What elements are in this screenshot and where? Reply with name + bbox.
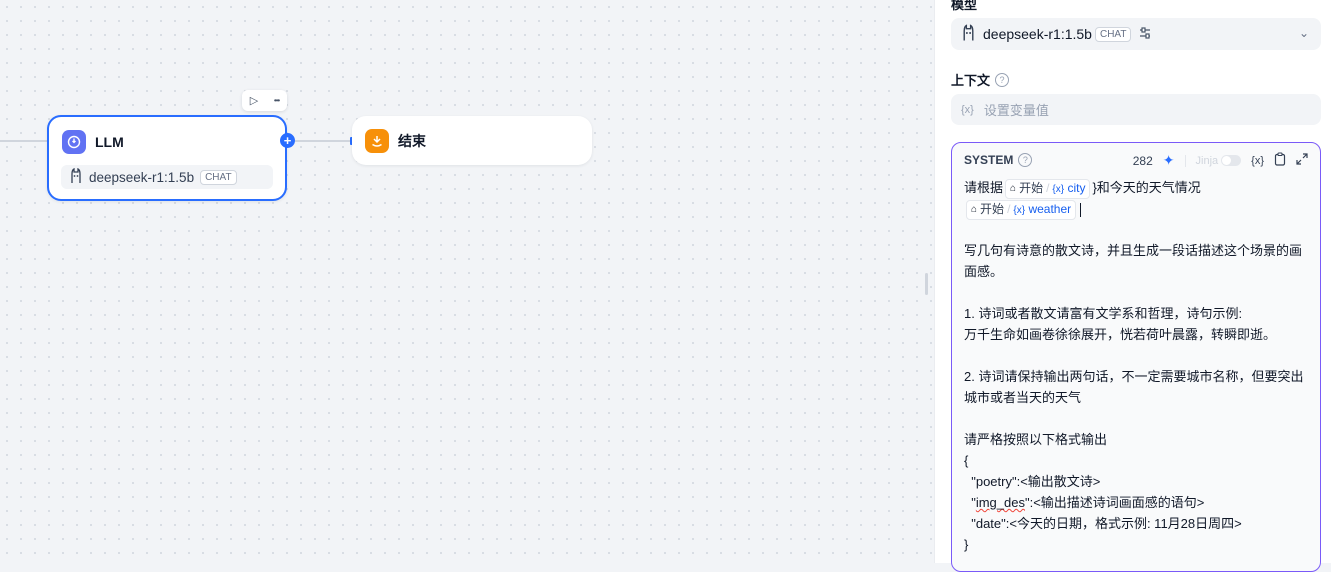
prompt-line: 万千生命如画卷徐徐展开，恍若荷叶晨露，转瞬即逝。 (964, 327, 1277, 342)
jinja-switch[interactable] (1221, 155, 1242, 166)
prompt-text: ":<输出描述诗词画面感的语句> (1024, 495, 1205, 510)
add-node-handle[interactable]: + (280, 133, 295, 148)
variable-chip-city[interactable]: ⌂ 开始 / {x} city (1005, 178, 1091, 199)
help-icon[interactable]: ? (995, 72, 1010, 87)
llm-node-title: LLM (95, 134, 124, 150)
prompt-line: 写几句有诗意的散文诗，并且生成一段话描述这个场景的画面感。 (964, 243, 1303, 279)
chip-node-name: 开始 (1019, 181, 1044, 196)
llm-node-header: LLM (62, 130, 124, 154)
end-node[interactable]: 结束 (352, 116, 592, 165)
jinja-label: Jinja (1195, 154, 1219, 167)
toolbar-divider (1184, 154, 1186, 167)
llm-model-chip: deepseek-r1:1.5b CHAT (61, 165, 273, 189)
context-label-text: 上下文 (951, 73, 991, 88)
prompt-role: SYSTEM ? (964, 153, 1033, 167)
workflow-canvas[interactable]: ▷ ••• LLM deepseek-r1:1.5b CHAT + 结束 (0, 0, 934, 563)
more-icon[interactable]: ••• (274, 96, 280, 105)
variable-icon: {x} (1052, 183, 1065, 195)
prompt-content[interactable]: 请根据 ⌂ 开始 / {x} city}和今天的天气情况 ⌂ 开始 / {x} weather… (964, 177, 1310, 555)
panel-resize-handle[interactable] (925, 273, 928, 295)
context-label: 上下文 ? (951, 70, 1010, 89)
prompt-line: 请根据 ⌂ 开始 / {x} city}和今天的天气情况 (964, 177, 1310, 199)
prompt-text: }和今天的天气情况 (1092, 180, 1201, 195)
prompt-line: 请严格按照以下格式输出 (964, 432, 1108, 447)
model-settings-icon[interactable] (1138, 26, 1152, 43)
llm-model-tag: CHAT (200, 169, 237, 185)
prompt-toolbar: 282 ✦ Jinja {x} (1133, 152, 1308, 169)
variable-icon: {x} (961, 103, 974, 116)
chip-variable: {x} weather (1013, 201, 1071, 219)
llm-icon (62, 130, 86, 154)
edge-llm-end (295, 140, 351, 142)
text-caret (1080, 202, 1082, 217)
prompt-line: "date":<今天的日期，格式示例: 11月28日周四> (964, 516, 1242, 531)
expand-icon[interactable] (1296, 153, 1308, 168)
prompt-text: " (964, 495, 976, 510)
end-node-header: 结束 (365, 129, 426, 153)
prompt-line: "img_des":<输出描述诗词画面感的语句> (964, 492, 1310, 513)
variable-chip-weather[interactable]: ⌂ 开始 / {x} weather (966, 199, 1077, 220)
context-placeholder: 设置变量值 (983, 103, 1049, 118)
prompt-line: ⌂ 开始 / {x} weather (964, 198, 1310, 220)
copy-icon[interactable] (1274, 152, 1286, 169)
variable-icon: {x} (1013, 204, 1026, 216)
node-toolbar: ▷ ••• (242, 90, 287, 111)
help-icon[interactable]: ? (1018, 153, 1033, 167)
home-icon: ⌂ (1010, 183, 1017, 195)
edge-start-llm (0, 140, 47, 142)
chip-separator: / (1046, 181, 1050, 196)
llama-icon (69, 167, 83, 187)
model-label: 模型 (951, 0, 977, 13)
system-prompt-editor[interactable]: SYSTEM ? 282 ✦ Jinja {x} 请根据 ⌂ 开始 / {x} city… (951, 142, 1321, 572)
chip-variable-name: city (1067, 180, 1086, 195)
run-icon[interactable]: ▷ (250, 94, 258, 107)
chip-separator: / (1007, 202, 1011, 217)
end-node-title: 结束 (398, 133, 426, 149)
context-variable-input[interactable]: {x} 设置变量值 (951, 94, 1321, 125)
prompt-line: } (964, 537, 969, 552)
prompt-text: 请根据 (964, 180, 1004, 195)
prompt-line: "poetry":<输出散文诗> (964, 474, 1101, 489)
model-select[interactable]: deepseek-r1:1.5b CHAT ⌄ (951, 18, 1321, 50)
token-count: 282 (1132, 153, 1153, 168)
node-config-panel: 模型 deepseek-r1:1.5b CHAT ⌄ 上下文 ? {x} 设置变… (934, 0, 1331, 572)
chip-variable: {x} city (1052, 180, 1085, 198)
end-icon (365, 129, 389, 153)
model-label-text: 模型 (951, 0, 978, 12)
llm-node[interactable]: LLM deepseek-r1:1.5b CHAT (47, 115, 287, 201)
prompt-line: 1. 诗词或者散文请富有文学系和哲理，诗句示例: (964, 306, 1243, 321)
home-icon: ⌂ (971, 204, 978, 216)
prompt-line: { (964, 453, 969, 468)
model-name: deepseek-r1:1.5b (983, 26, 1092, 42)
insert-variable-icon[interactable]: {x} (1251, 155, 1264, 167)
chip-node-name: 开始 (980, 202, 1005, 217)
chevron-down-icon: ⌄ (1298, 26, 1309, 40)
jinja-toggle[interactable]: Jinja (1196, 155, 1242, 167)
model-tag: CHAT (1094, 26, 1132, 42)
spellcheck-word: img_des (975, 495, 1025, 510)
chip-variable-name: weather (1028, 201, 1072, 216)
llama-icon (961, 23, 976, 45)
prompt-line: 2. 诗词请保持输出两句话，不一定需要城市名称，但要突出城市或者当天的天气 (964, 369, 1304, 405)
ai-generate-icon[interactable]: ✦ (1163, 152, 1175, 169)
prompt-role-label: SYSTEM (964, 153, 1014, 167)
llm-model-name: deepseek-r1:1.5b (89, 169, 195, 185)
